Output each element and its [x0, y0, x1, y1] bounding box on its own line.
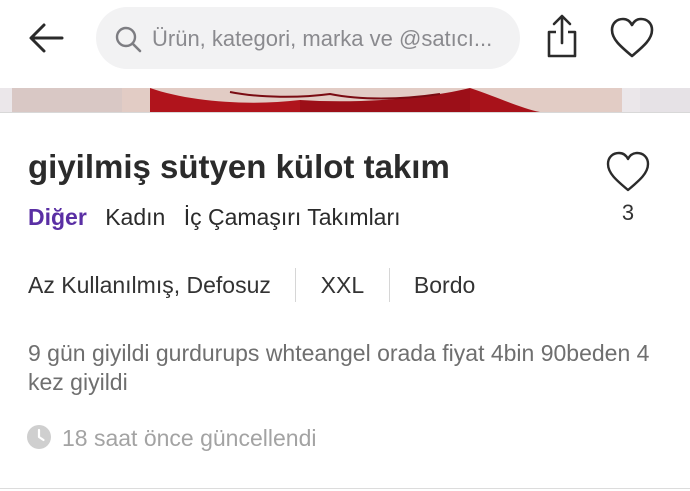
share-button[interactable]: [540, 12, 584, 62]
category-link[interactable]: Kadın: [105, 204, 165, 230]
color-attribute: Bordo: [413, 272, 476, 298]
size-attribute: XXL: [320, 272, 365, 298]
brand-link[interactable]: Diğer: [28, 204, 87, 230]
attribute-separator: [388, 268, 390, 302]
back-button[interactable]: [26, 20, 66, 56]
divider: [0, 112, 690, 113]
category-link[interactable]: İç Çamaşırı Takımları: [184, 204, 401, 230]
favorite-button[interactable]: [608, 15, 656, 61]
share-icon: [547, 14, 577, 58]
product-title: giyilmiş sütyen külot takım: [28, 148, 450, 185]
top-navigation-bar: Ürün, kategori, marka ve @satıcı...: [0, 0, 690, 88]
clock-icon: [27, 425, 51, 449]
search-icon: [115, 26, 142, 53]
search-bar[interactable]: Ürün, kategori, marka ve @satıcı...: [96, 7, 520, 69]
back-arrow-icon: [29, 23, 64, 53]
heart-icon: [606, 151, 650, 192]
category-breadcrumb: Diğer Kadın İç Çamaşırı Takımları: [28, 204, 413, 231]
divider: [0, 488, 690, 489]
condition-attribute: Az Kullanılmış, Defosuz: [28, 272, 271, 298]
product-image-bottom[interactable]: [0, 88, 690, 112]
product-description: 9 gün giyildi gurdurups whteangel orada …: [28, 340, 650, 395]
like-count: 3: [621, 200, 635, 225]
attribute-separator: [295, 268, 297, 302]
heart-icon: [610, 17, 654, 58]
last-updated-text: 18 saat önce güncellendi: [62, 425, 317, 451]
search-input-placeholder[interactable]: Ürün, kategori, marka ve @satıcı...: [152, 26, 508, 52]
product-attributes: Az Kullanılmış, Defosuz XXL Bordo: [28, 268, 475, 302]
product-photo: [0, 88, 690, 112]
like-button[interactable]: 3: [604, 150, 652, 225]
